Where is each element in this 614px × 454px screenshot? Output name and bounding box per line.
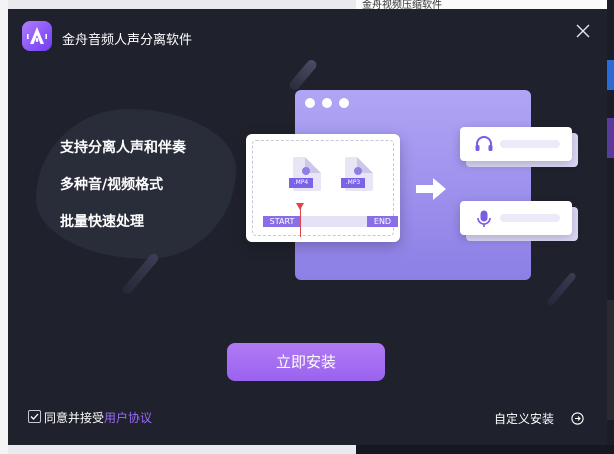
background-block	[607, 118, 614, 158]
microphone-icon	[474, 209, 494, 233]
output-card-vocal	[460, 127, 572, 161]
window-dot	[339, 98, 349, 108]
decorative-streak	[545, 271, 578, 307]
window-dot	[322, 98, 332, 108]
file-icon: .MP3	[341, 157, 373, 191]
output-card-accompaniment	[460, 201, 572, 235]
agree-text: 同意并接受用户协议	[44, 409, 152, 426]
installer-window: 金舟音频人声分离软件 支持分离人声和伴奏 多种音/视频格式 批量快速处理 .MP…	[8, 9, 607, 445]
custom-install-link[interactable]: 自定义安装	[494, 410, 554, 427]
file-tag: .MP4	[289, 178, 313, 188]
timeline-end: END	[367, 216, 398, 227]
background-right-strip	[607, 0, 614, 454]
audio-logo-icon	[22, 21, 52, 51]
timeline-start: START	[263, 216, 301, 227]
feature-item: 支持分离人声和伴奏	[60, 140, 186, 156]
timeline: START END	[263, 216, 398, 227]
arrow-right-icon	[414, 176, 448, 206]
playhead-line	[300, 207, 301, 237]
placeholder-bar	[500, 214, 560, 222]
source-file-card: .MP4 .MP3 START END	[246, 134, 400, 242]
background-left-strip	[0, 0, 8, 454]
window-title: 金舟音频人声分离软件	[62, 33, 193, 48]
file-icon: .MP4	[289, 157, 321, 191]
user-agreement-link[interactable]: 用户协议	[104, 411, 152, 425]
close-icon[interactable]	[574, 22, 592, 40]
background-block	[607, 60, 614, 90]
dropzone-border: .MP4 .MP3 START END	[252, 140, 398, 237]
circle-arrow-right-icon[interactable]	[571, 410, 584, 425]
background-bottom-strip	[356, 445, 614, 454]
feature-list: 支持分离人声和伴奏 多种音/视频格式 批量快速处理	[60, 137, 186, 248]
background-block	[607, 300, 614, 420]
playhead-marker	[296, 203, 304, 210]
feature-item: 批量快速处理	[60, 214, 144, 230]
install-button[interactable]: 立即安装	[227, 343, 385, 381]
file-tag: .MP3	[341, 178, 365, 188]
agree-prefix: 同意并接受	[44, 411, 105, 425]
decorative-streak	[287, 57, 319, 93]
feature-item: 多种音/视频格式	[60, 177, 164, 193]
window-dot	[305, 98, 315, 108]
agree-checkbox[interactable]	[28, 410, 41, 423]
placeholder-bar	[500, 140, 560, 148]
headphone-icon	[474, 135, 494, 157]
